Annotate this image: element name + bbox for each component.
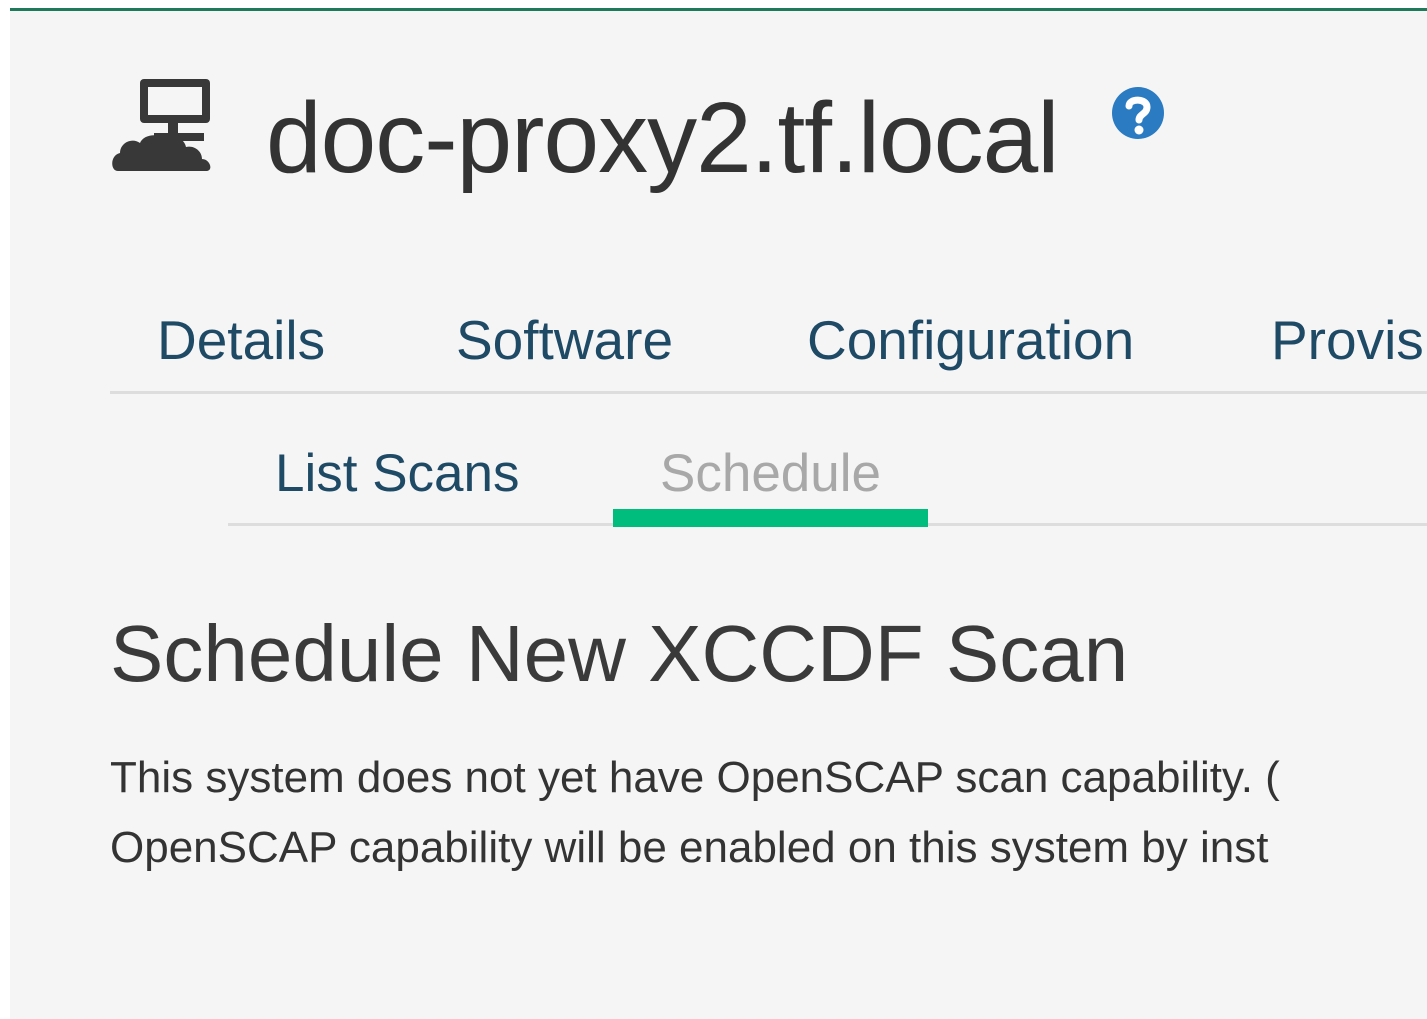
tab-provisioning[interactable]: Provisi: [1271, 295, 1427, 385]
question-circle-icon[interactable]: [1110, 85, 1166, 141]
tab-details[interactable]: Details: [157, 295, 325, 385]
page-title: doc-proxy2.tf.local: [266, 82, 1059, 194]
content-panel: doc-proxy2.tf.local Details Software Con…: [10, 8, 1427, 1019]
capability-message: This system does not yet have OpenSCAP s…: [110, 743, 1427, 883]
subtab-list-scans[interactable]: List Scans: [275, 431, 520, 517]
subtab-schedule[interactable]: Schedule: [660, 431, 881, 517]
message-line-1: This system does not yet have OpenSCAP s…: [110, 753, 1280, 802]
system-proxy-icon: [112, 79, 211, 171]
message-line-2: OpenSCAP capability will be enabled on t…: [110, 823, 1269, 872]
active-subtab-indicator: [613, 509, 928, 527]
tab-software[interactable]: Software: [456, 295, 673, 385]
main-tabs: Details Software Configuration Provisi: [110, 295, 1427, 394]
section-title: Schedule New XCCDF Scan: [110, 609, 1129, 698]
tab-configuration[interactable]: Configuration: [807, 295, 1134, 385]
